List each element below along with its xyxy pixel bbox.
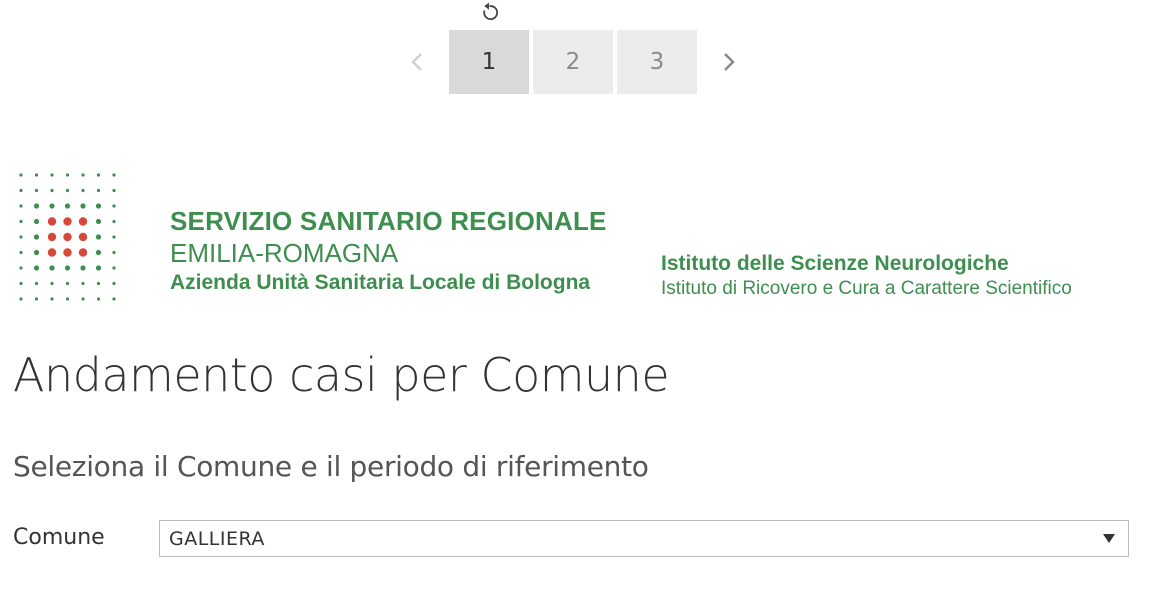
logo-dot xyxy=(34,188,39,193)
logo-dot xyxy=(96,297,101,301)
logo-dot xyxy=(50,281,54,286)
logo-dot xyxy=(50,297,54,301)
logo-dot xyxy=(50,173,54,177)
logo-dot xyxy=(47,217,57,226)
logo-dot xyxy=(112,281,116,286)
logo-dot xyxy=(64,265,71,271)
logo-dot xyxy=(33,234,40,240)
chevron-left-icon[interactable] xyxy=(407,46,429,78)
logo-dot xyxy=(65,173,70,177)
logo-dot xyxy=(33,249,40,256)
logo-dot xyxy=(112,297,116,301)
institute-line-1: Istituto delle Scienze Neurologiche xyxy=(661,252,1009,275)
logo-dot xyxy=(95,218,102,225)
logo-dot xyxy=(34,297,39,301)
chevron-right-icon[interactable] xyxy=(717,46,739,78)
logo-dot xyxy=(80,265,86,271)
logo-dot xyxy=(50,188,54,193)
logo-dot xyxy=(19,204,23,208)
logo-dot xyxy=(95,249,102,256)
logo-dot xyxy=(78,217,88,226)
logo-dot xyxy=(47,232,57,242)
page-subtitle: Seleziona il Comune e il periodo di rife… xyxy=(13,450,649,483)
logo-dot xyxy=(95,203,102,209)
logo-dot xyxy=(19,235,23,239)
dropdown-arrow-icon[interactable] xyxy=(1103,534,1115,543)
logo-dot xyxy=(33,203,40,209)
logo-dot xyxy=(112,204,116,208)
org-line-3: Azienda Unità Sanitaria Locale di Bologn… xyxy=(170,271,591,294)
logo-dot xyxy=(78,248,88,257)
page-button-2[interactable]: 2 xyxy=(533,30,613,94)
logo-dot xyxy=(81,173,85,177)
logo-dot xyxy=(112,235,116,239)
logo-dot xyxy=(95,234,102,240)
page-button-1[interactable]: 1 xyxy=(449,30,529,94)
logo-dot xyxy=(19,219,23,224)
logo-dot xyxy=(65,297,70,301)
page-button-3[interactable]: 3 xyxy=(617,30,697,94)
logo-dot xyxy=(95,265,102,271)
logo-dot xyxy=(63,217,72,226)
logo-dot xyxy=(19,250,23,255)
logo-dot xyxy=(96,173,101,177)
page-navigation: 1 2 3 xyxy=(0,30,1150,94)
logo-dot xyxy=(49,265,55,271)
refresh-icon[interactable] xyxy=(477,0,503,26)
page-title: Andamento casi per Comune xyxy=(13,348,670,402)
logo-dot xyxy=(33,265,40,271)
logo-dot xyxy=(65,188,70,193)
logo-dot xyxy=(81,188,85,193)
ssr-logo-icon xyxy=(14,170,148,306)
logo-dot xyxy=(19,281,23,286)
logo-dot xyxy=(19,188,23,193)
organization-name: SERVIZIO SANITARIO REGIONALE EMILIA-ROMA… xyxy=(170,208,607,293)
logo-dot xyxy=(81,281,85,286)
logo-dot xyxy=(96,188,101,193)
logo-dot xyxy=(64,203,71,209)
org-line-2: EMILIA-ROMAGNA xyxy=(170,238,399,268)
logo-dot xyxy=(19,297,23,301)
comune-select-value: GALLIERA xyxy=(169,528,265,550)
logo-dot xyxy=(112,188,116,193)
logo-dot xyxy=(63,232,72,242)
logo-dot xyxy=(96,281,101,286)
logo-dot xyxy=(81,297,85,301)
logo-dot xyxy=(112,173,116,177)
logo-dot xyxy=(34,173,39,177)
logo-dot xyxy=(63,248,72,257)
logo-dot xyxy=(78,232,88,242)
org-line-1: SERVIZIO SANITARIO REGIONALE xyxy=(170,206,607,236)
logo-dot xyxy=(80,203,86,209)
logo-dot xyxy=(33,218,40,225)
logo-dot xyxy=(19,266,23,270)
comune-label: Comune xyxy=(13,525,105,550)
comune-select[interactable]: GALLIERA xyxy=(159,520,1129,557)
logo-dot xyxy=(34,281,39,286)
logo-dot xyxy=(49,203,55,209)
logo-dot xyxy=(112,266,116,270)
logo-dot xyxy=(19,173,23,177)
logo-dot xyxy=(65,281,70,286)
institute-line-2: Istituto di Ricovero e Cura a Carattere … xyxy=(661,278,1072,299)
logo-dot xyxy=(47,248,57,257)
logo-dot xyxy=(112,250,116,255)
institute-name: Istituto delle Scienze Neurologiche Isti… xyxy=(661,253,1072,298)
logo-dot xyxy=(112,219,116,224)
